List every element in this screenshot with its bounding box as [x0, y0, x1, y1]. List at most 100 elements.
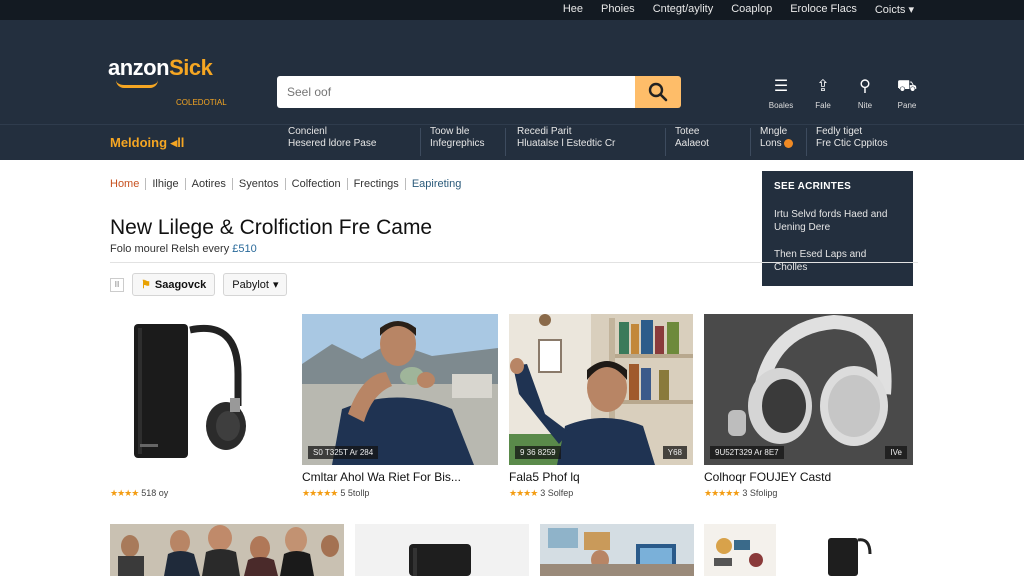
chevron-down-icon: ▾: [272, 279, 279, 291]
image-overlay-label: 9 36 8259: [515, 446, 561, 459]
nav-item-5-line2: Lons: [760, 138, 782, 149]
tag-icon: ⚑: [141, 279, 151, 291]
panel-heading: SEE ACRINTES: [774, 181, 852, 192]
group-people-photo: [110, 524, 344, 576]
header-share-button[interactable]: ⇪ Fale: [808, 78, 838, 110]
breadcrumb: Home Ilhige Aotires Syentos Colfection F…: [110, 178, 467, 190]
nav-item-2[interactable]: Toow ble Infegrephics: [430, 126, 484, 150]
product-rating: ★★★★★ 3 Sfolipg: [704, 488, 777, 499]
rating-count: 518 oy: [141, 488, 169, 498]
search-icon: [648, 82, 668, 102]
header-cart-button[interactable]: ⛟ Pane: [892, 78, 922, 110]
product-rating: ★★★★ 518 oy: [110, 488, 168, 499]
workshop-photo: [540, 524, 694, 576]
top-link-contacts[interactable]: Coicts ▾: [875, 3, 914, 16]
department-menu[interactable]: Meldoing ◂ll: [110, 135, 184, 151]
nav-divider: [505, 128, 506, 156]
cart-icon: ⛟: [896, 78, 918, 95]
nav-item-6-line2: Fre Ctic Cppitos: [816, 138, 888, 149]
top-link-explore[interactable]: Eroloce Flacs: [790, 3, 857, 16]
filter-checkbox[interactable]: II: [110, 277, 124, 292]
product-name[interactable]: Cmltar Ahol Wa Riet For Bis...: [302, 470, 461, 484]
product-image[interactable]: [810, 524, 880, 576]
search-input[interactable]: [277, 76, 635, 108]
breadcrumb-item[interactable]: Frectings: [346, 178, 405, 190]
breadcrumb-home[interactable]: Home: [110, 178, 145, 190]
breadcrumb-item[interactable]: Colfection: [284, 178, 347, 190]
top-link-home[interactable]: Hee: [563, 3, 583, 16]
location-icon: ⚲: [859, 78, 871, 95]
product-image[interactable]: S0 T325T Ar 284: [302, 314, 498, 465]
product-image[interactable]: 9 36 8259 Y68: [509, 314, 693, 465]
man-drinking-photo: [302, 314, 498, 465]
search-button[interactable]: [635, 76, 681, 108]
product-image[interactable]: [110, 524, 344, 576]
nav-item-3-line2: Hluatalse l Estedtic Cr: [517, 138, 616, 149]
nav-item-6[interactable]: Fedly tiget Fre Ctic Cppitos: [816, 126, 888, 150]
accessories-image: [704, 524, 776, 576]
image-overlay-badge: Y68: [662, 446, 687, 459]
nav-item-3[interactable]: Recedi Parit Hluatalse l Estedtic Cr: [517, 126, 615, 150]
speaker-image: [810, 524, 880, 576]
department-label: Meldoing: [110, 135, 168, 150]
header-location-button[interactable]: ⚲ Nite: [850, 78, 880, 110]
nav-divider: [806, 128, 807, 156]
nav-item-2-line2: Infegrephics: [430, 138, 485, 149]
top-link-coupon[interactable]: Coaplop: [731, 3, 772, 16]
share-icon: ⇪: [816, 78, 830, 95]
product-image[interactable]: [355, 524, 529, 576]
sort-dropdown[interactable]: Pabylot ▾: [223, 273, 288, 296]
header-location-label: Nite: [857, 101, 873, 110]
star-rating-icon: ★★★★: [509, 488, 538, 498]
page-subtitle: Folo mourel Relsh every £510: [110, 243, 257, 255]
star-rating-icon: ★★★★★: [302, 488, 338, 498]
nav-item-5[interactable]: Mngle Lons: [760, 126, 793, 150]
top-link-contacts-label: Coicts: [874, 4, 906, 16]
speaker-headphones-image: [134, 324, 246, 458]
product-rating: ★★★★ 3 Solfep: [509, 488, 573, 499]
top-link-category[interactable]: Cntegt/aylity: [653, 3, 714, 16]
image-overlay-label: 9U52T329 Ar 8E7: [710, 446, 784, 459]
site-logo[interactable]: anzonSick: [108, 55, 213, 81]
panel-link[interactable]: Then Esed Laps and Cholles: [774, 248, 901, 274]
nav-item-4-line2: Aalaeot: [675, 138, 709, 149]
nav-divider: [750, 128, 751, 156]
star-rating-icon: ★★★★: [110, 488, 139, 498]
logo-subtext: COLEDOTIAL: [176, 98, 227, 107]
logo-main: anzon: [108, 55, 170, 80]
top-links: Hee Phoies Cntegt/aylity Coaplop Eroloce…: [563, 3, 914, 16]
nav-item-4-line1: Totee: [675, 126, 700, 137]
subtitle-price: £510: [232, 243, 257, 255]
header-share-label: Fale: [815, 101, 831, 110]
header-cart-label: Pane: [897, 101, 917, 110]
header-icons: ☰ Boales ⇪ Fale ⚲ Nite ⛟ Pane: [766, 78, 922, 110]
filter-button-primary[interactable]: ⚑ Saagovck: [132, 273, 216, 296]
white-headphones-image: [704, 314, 913, 465]
product-image[interactable]: [540, 524, 694, 576]
nav-divider: [420, 128, 421, 156]
top-link-photos[interactable]: Phoies: [601, 3, 635, 16]
panel-link[interactable]: Irtu Selvd fords Haed and Uening Dere: [774, 208, 901, 234]
breadcrumb-current[interactable]: Eapireting: [404, 178, 468, 190]
star-rating-icon: ★★★★★: [704, 488, 740, 498]
rating-count: 5 5tollp: [340, 488, 370, 498]
nav-item-6-line1: Fedly tiget: [816, 126, 863, 137]
speaker-image: [355, 524, 529, 576]
breadcrumb-item[interactable]: Syentos: [231, 178, 285, 190]
nav-item-1[interactable]: Concienl Hesered ldore Pase: [288, 126, 376, 150]
breadcrumb-item[interactable]: Ilhige: [145, 178, 184, 190]
rating-count: 3 Sfolipg: [742, 488, 778, 498]
header-menu-button[interactable]: ☰ Boales: [766, 78, 796, 110]
product-name[interactable]: Colhoqr FOUJEY Castd: [704, 470, 831, 484]
nav-item-4[interactable]: Totee Aalaeot: [675, 126, 709, 150]
breadcrumb-item[interactable]: Aotires: [184, 178, 232, 190]
top-utility-bar: Hee Phoies Cntegt/aylity Coaplop Eroloce…: [0, 0, 1024, 20]
product-image[interactable]: [110, 314, 306, 465]
product-image[interactable]: [704, 524, 776, 576]
chevron-down-icon: ▾: [908, 4, 914, 16]
filter-bar: II ⚑ Saagovck Pabylot ▾: [110, 273, 288, 296]
product-image[interactable]: 9U52T329 Ar 8E7 IVe: [704, 314, 913, 465]
logo-accent: Sick: [169, 55, 213, 80]
product-name[interactable]: Fala5 Phof lq: [509, 470, 580, 484]
nav-item-1-line2: Hesered ldore Pase: [288, 138, 377, 149]
